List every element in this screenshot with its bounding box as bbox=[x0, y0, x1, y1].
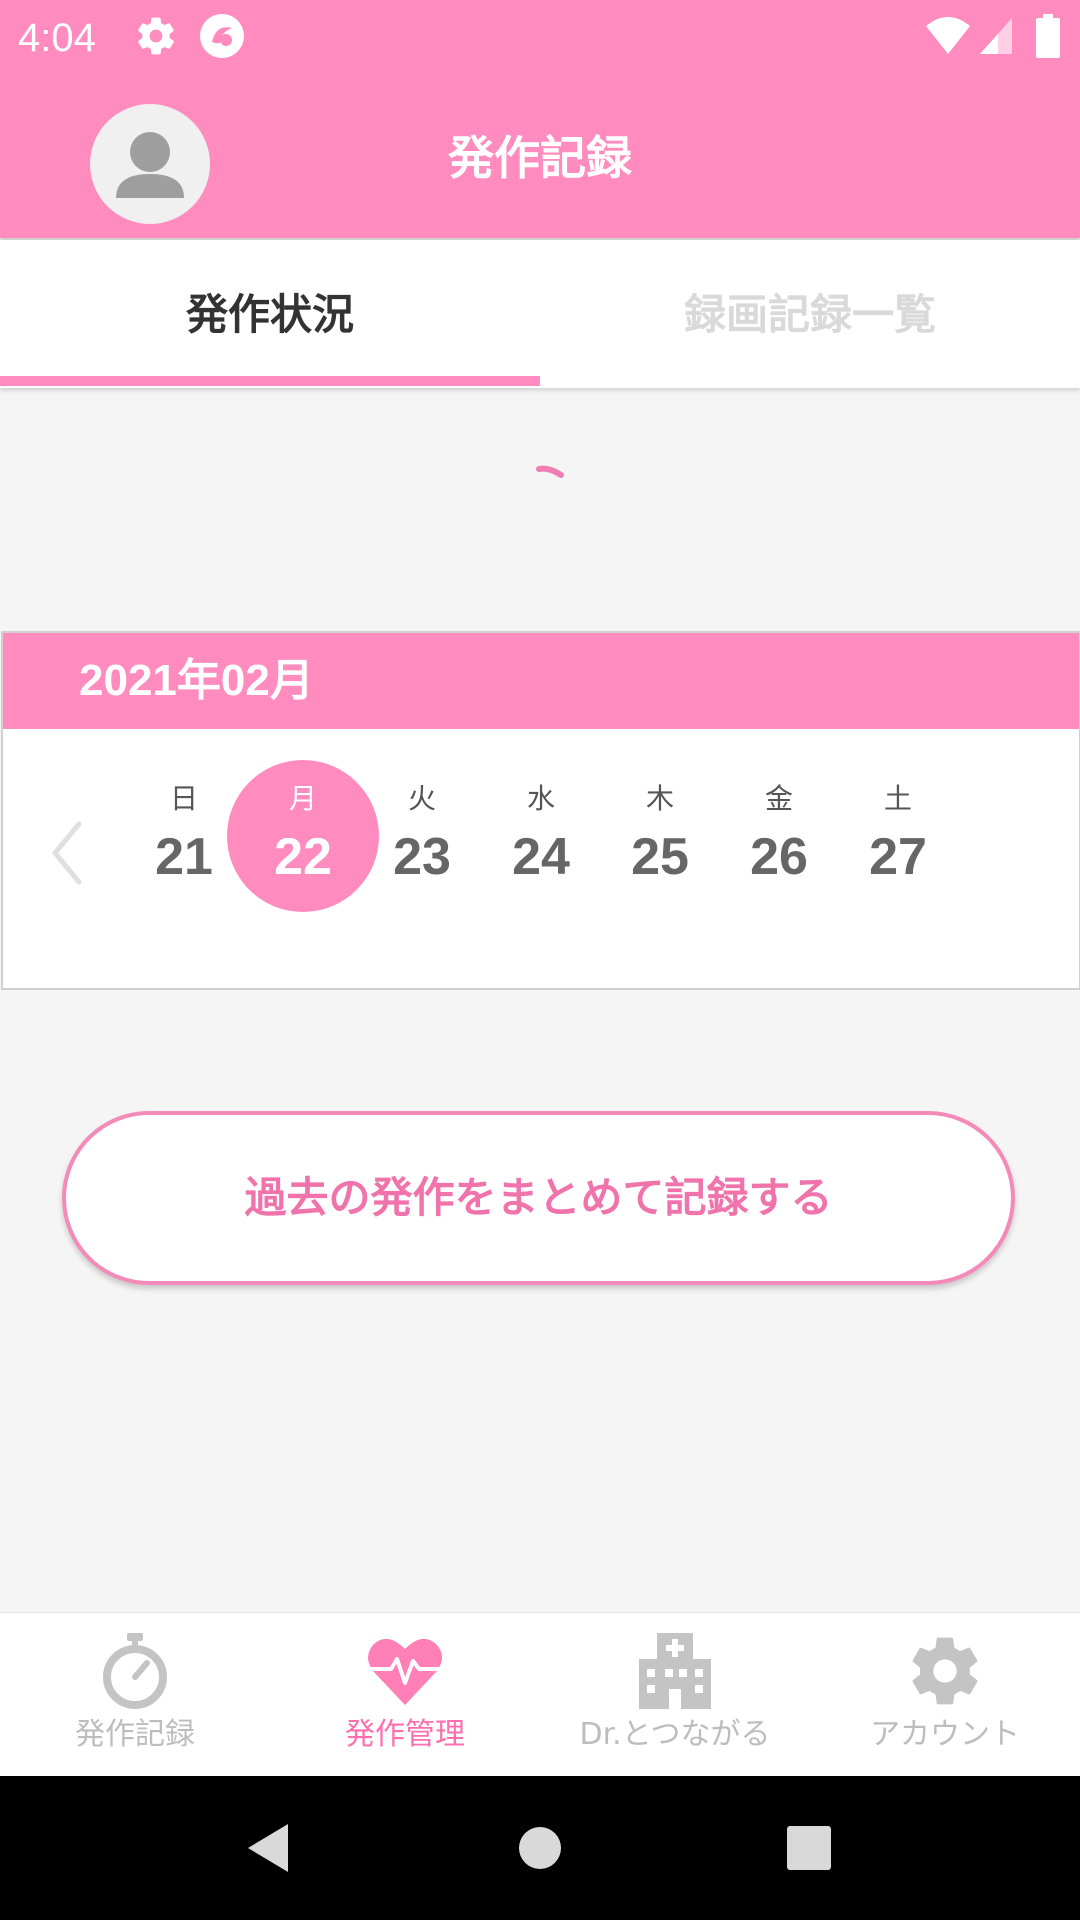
day-number: 27 bbox=[869, 828, 927, 886]
day-number: 24 bbox=[512, 828, 570, 886]
calendar-day[interactable]: 金 26 bbox=[719, 763, 839, 913]
calendar-month-label: 2021年02月 bbox=[79, 656, 314, 705]
week-calendar: 2021年02月 日 21 月 22 火 23 水 24 木 25 金 26 土… bbox=[1, 631, 1080, 990]
day-of-week: 月 bbox=[288, 782, 317, 815]
tab-seizure-status[interactable]: 発作状況 bbox=[0, 240, 540, 388]
day-number: 26 bbox=[750, 828, 808, 886]
recents-icon[interactable] bbox=[786, 1825, 832, 1871]
tab-bar: 発作状況 録画記録一覧 bbox=[0, 240, 1080, 388]
stopwatch-icon bbox=[103, 1633, 167, 1709]
wifi-icon bbox=[926, 17, 970, 54]
settings-status-icon bbox=[138, 17, 174, 55]
calendar-day[interactable]: 水 24 bbox=[481, 763, 601, 913]
day-of-week: 金 bbox=[764, 782, 793, 815]
tab-recording-list[interactable]: 録画記録一覧 bbox=[540, 240, 1080, 388]
chevron-left-icon[interactable] bbox=[47, 818, 87, 888]
day-number: 22 bbox=[274, 828, 332, 886]
battery-icon bbox=[1036, 14, 1060, 58]
app-status-icon bbox=[200, 14, 244, 58]
day-of-week: 日 bbox=[169, 782, 198, 815]
day-of-week: 水 bbox=[526, 782, 555, 815]
app-bar: 発作記録 bbox=[0, 76, 1080, 238]
nav-seizure-management[interactable]: 発作管理 bbox=[270, 1613, 540, 1777]
nav-connect-doctor[interactable]: Dr.とつながる bbox=[540, 1613, 810, 1777]
home-icon[interactable] bbox=[518, 1826, 562, 1870]
nav-label: 発作管理 bbox=[345, 1717, 465, 1752]
bulk-record-button[interactable]: 過去の発作をまとめて記録する bbox=[62, 1111, 1015, 1285]
loading-spinner bbox=[536, 465, 564, 478]
nav-label: Dr.とつながる bbox=[579, 1717, 771, 1752]
hospital-icon bbox=[639, 1633, 711, 1709]
heartbeat-icon bbox=[368, 1638, 442, 1705]
system-nav-bar bbox=[0, 1776, 1080, 1920]
day-of-week: 火 bbox=[407, 782, 436, 815]
day-number: 21 bbox=[155, 828, 213, 886]
calendar-header: 2021年02月 bbox=[3, 633, 1079, 729]
nav-seizure-record[interactable]: 発作記録 bbox=[0, 1613, 270, 1777]
bottom-navigation: 発作記録 発作管理 Dr.とつながる アカウント bbox=[0, 1612, 1080, 1777]
calendar-day[interactable]: 土 27 bbox=[838, 763, 958, 913]
day-number: 25 bbox=[631, 828, 689, 886]
calendar-day[interactable]: 木 25 bbox=[600, 763, 720, 913]
calendar-day[interactable]: 日 21 bbox=[124, 763, 244, 913]
nav-label: アカウント bbox=[870, 1717, 1020, 1752]
nav-label: 発作記録 bbox=[75, 1717, 195, 1752]
nav-account[interactable]: アカウント bbox=[810, 1613, 1080, 1777]
page-title: 発作記録 bbox=[448, 131, 632, 185]
signal-icon bbox=[980, 18, 1012, 54]
day-of-week: 土 bbox=[883, 782, 912, 815]
status-bar: 4:04 bbox=[0, 0, 1080, 76]
gear-icon bbox=[912, 1637, 978, 1705]
day-of-week: 木 bbox=[645, 782, 674, 815]
calendar-day-selected[interactable]: 月 22 bbox=[227, 760, 379, 913]
status-time: 4:04 bbox=[18, 16, 96, 60]
calendar-day[interactable]: 火 23 bbox=[362, 763, 482, 913]
tab-indicator bbox=[0, 376, 540, 386]
back-icon[interactable] bbox=[244, 1820, 292, 1876]
day-number: 23 bbox=[393, 828, 451, 886]
